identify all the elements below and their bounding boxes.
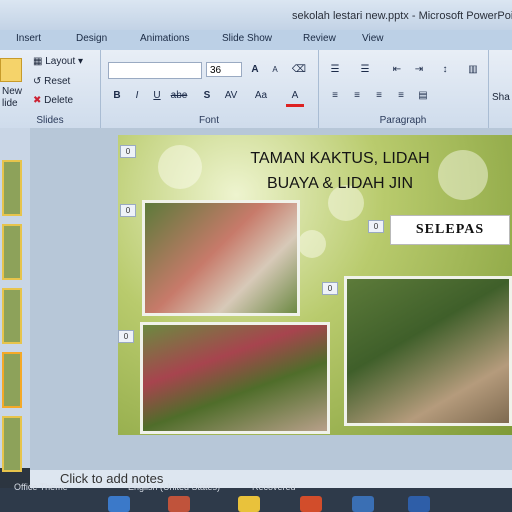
theme-status: Office Theme xyxy=(14,482,68,492)
animation-marker[interactable]: 0 xyxy=(368,220,384,233)
powerpoint-taskbar-icon[interactable] xyxy=(300,496,322,512)
slides-group-label: Slides xyxy=(36,115,64,126)
paragraph-group: ☰ ☰ ⇤ ⇥ ↕ ▥ ≡ ≡ ≡ ≡ ▤ Paragraph xyxy=(318,50,489,128)
title-bar: sekolah lestari new.pptx - Microsoft Pow… xyxy=(0,0,512,30)
italic-button[interactable]: I xyxy=(128,88,146,104)
tab-view[interactable]: View xyxy=(362,33,384,44)
font-group: 36 A A ⌫ B I U abe S AV Aa A Font xyxy=(100,50,319,128)
shapes-button[interactable]: Sha xyxy=(492,92,510,103)
language-status[interactable]: English (United States) xyxy=(128,482,220,492)
underline-button[interactable]: U xyxy=(148,88,166,104)
chrome-taskbar-icon[interactable] xyxy=(238,496,260,512)
strikethrough-button[interactable]: abe xyxy=(170,88,188,104)
slide-title-line-1: TAMAN KAKTUS, LIDAH xyxy=(250,150,430,167)
slide-thumbnail[interactable] xyxy=(2,416,22,472)
font-name-field[interactable] xyxy=(108,62,202,79)
tab-animations[interactable]: Animations xyxy=(140,33,189,44)
tab-insert[interactable]: Insert xyxy=(16,33,41,44)
layout-button[interactable]: ▦ Layout ▾ xyxy=(33,56,83,67)
shadow-button[interactable]: S xyxy=(198,88,216,104)
new-slide-label-2[interactable]: lide xyxy=(2,98,18,109)
animation-marker[interactable]: 0 xyxy=(120,145,136,158)
garden-photo-1[interactable] xyxy=(142,200,300,316)
delete-icon: ✖ xyxy=(33,95,42,106)
line-spacing-icon[interactable]: ↕ xyxy=(436,62,454,78)
animation-marker[interactable]: 0 xyxy=(322,282,338,295)
decrease-indent-icon[interactable]: ⇤ xyxy=(388,62,406,78)
bullets-icon[interactable]: ☰ xyxy=(326,62,344,78)
columns-icon[interactable]: ▥ xyxy=(464,62,482,78)
slide-thumbnail[interactable] xyxy=(2,160,22,216)
align-center-icon[interactable]: ≡ xyxy=(348,88,366,104)
slide-title[interactable]: TAMAN KAKTUS, LIDAH BUAYA & LIDAH JIN xyxy=(190,146,490,196)
ribbon: New lide ▦ Layout ▾ ↺ Reset ✖ Delete Sli… xyxy=(0,50,512,129)
recovered-status: Recovered xyxy=(252,482,296,492)
font-group-label: Font xyxy=(198,115,219,126)
align-left-icon[interactable]: ≡ xyxy=(326,88,344,104)
slides-group: New lide ▦ Layout ▾ ↺ Reset ✖ Delete Sli… xyxy=(0,50,101,128)
increase-indent-icon[interactable]: ⇥ xyxy=(410,62,428,78)
folder-taskbar-icon[interactable] xyxy=(352,496,374,512)
slide-thumbnail-selected[interactable] xyxy=(2,352,22,408)
word-taskbar-icon[interactable] xyxy=(408,496,430,512)
media-taskbar-icon[interactable] xyxy=(168,496,190,512)
paragraph-group-label: Paragraph xyxy=(379,115,427,126)
change-case-button[interactable]: Aa xyxy=(252,88,270,104)
slide-thumbnails-panel xyxy=(0,128,30,472)
grow-font-button[interactable]: A xyxy=(246,62,264,78)
char-spacing-button[interactable]: AV xyxy=(222,88,240,104)
delete-button[interactable]: ✖ Delete xyxy=(33,95,73,106)
bokeh-light xyxy=(298,230,326,258)
slide-title-line-2: BUAYA & LIDAH JIN xyxy=(266,175,414,192)
font-size-field[interactable]: 36 xyxy=(206,62,242,77)
animation-marker[interactable]: 0 xyxy=(120,204,136,217)
font-color-button[interactable]: A xyxy=(286,88,304,107)
garden-photo-2[interactable] xyxy=(140,322,330,434)
clear-format-icon[interactable]: ⌫ xyxy=(290,62,308,78)
animation-marker[interactable]: 0 xyxy=(118,330,134,343)
text-columns-icon[interactable]: ▤ xyxy=(414,88,432,104)
explorer-taskbar-icon[interactable] xyxy=(108,496,130,512)
justify-icon[interactable]: ≡ xyxy=(392,88,410,104)
window-title: sekolah lestari new.pptx - Microsoft Pow… xyxy=(292,10,512,22)
numbering-icon[interactable]: ☰ xyxy=(356,62,374,78)
ribbon-tabs: Insert Design Animations Slide Show Revi… xyxy=(0,30,512,50)
drawing-group: Sha xyxy=(488,50,512,128)
shrink-font-button[interactable]: A xyxy=(266,62,284,78)
tab-review[interactable]: Review xyxy=(303,33,336,44)
slide-thumbnail[interactable] xyxy=(2,224,22,280)
reset-button[interactable]: ↺ Reset xyxy=(33,76,70,87)
garden-photo-3[interactable] xyxy=(344,276,512,426)
bold-button[interactable]: B xyxy=(108,88,126,104)
slide-thumbnail[interactable] xyxy=(2,288,22,344)
new-slide-label[interactable]: New xyxy=(2,86,22,97)
tab-slide-show[interactable]: Slide Show xyxy=(222,33,272,44)
new-slide-icon[interactable] xyxy=(0,58,22,82)
tab-design[interactable]: Design xyxy=(76,33,107,44)
selepas-button[interactable]: SELEPAS xyxy=(390,215,510,245)
align-right-icon[interactable]: ≡ xyxy=(370,88,388,104)
